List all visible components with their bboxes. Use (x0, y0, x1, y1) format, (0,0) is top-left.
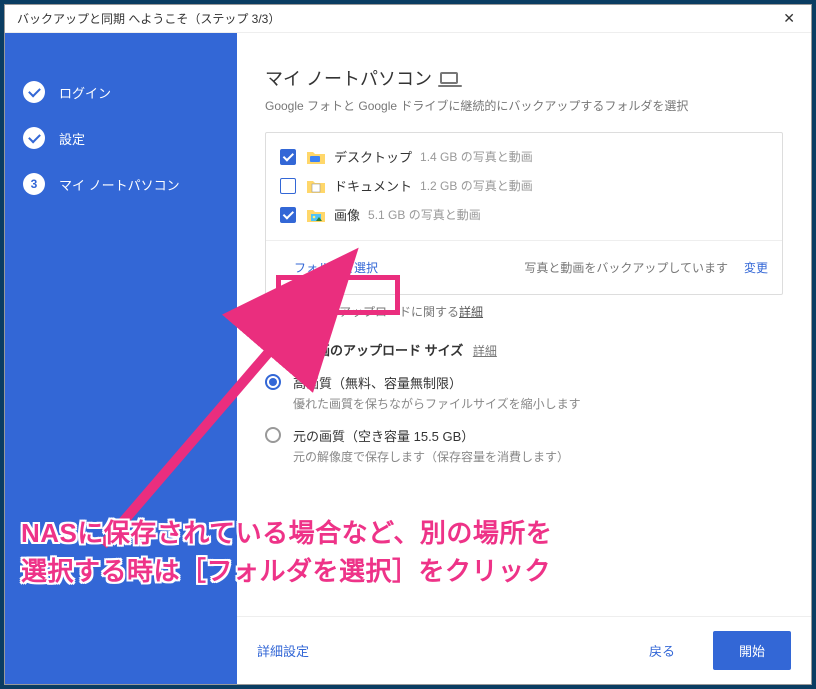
titlebar: バックアップと同期 へようこそ（ステップ 3/3） ✕ (5, 5, 811, 33)
change-link[interactable]: 変更 (744, 259, 768, 276)
step-label: マイ ノートパソコン (59, 175, 180, 194)
main-panel: マイ ノートパソコン Google フォトと Google ドライブに継続的にバ… (237, 33, 811, 684)
radio-icon[interactable] (265, 374, 281, 390)
back-button[interactable]: 戻る (635, 633, 689, 668)
radio-desc: 優れた画質を保ちながらファイルサイズを縮小します (293, 395, 581, 412)
folder-list: デスクトップ 1.4 GB の写真と動画 ドキュメント 1.2 GB の写真と動… (266, 133, 782, 240)
app-window: バックアップと同期 へようこそ（ステップ 3/3） ✕ ログイン 設定 3 マイ… (4, 4, 812, 685)
upload-detail-link[interactable]: 詳細 (459, 305, 483, 319)
folder-size: 1.2 GB の写真と動画 (420, 177, 533, 194)
radio-label: 高画質（無料、容量無制限） (293, 373, 581, 392)
step-number-icon: 3 (23, 173, 45, 195)
laptop-icon (440, 72, 458, 84)
sidebar-step-settings[interactable]: 設定 (5, 115, 237, 161)
step-label: 設定 (59, 129, 85, 148)
folder-size: 1.4 GB の写真と動画 (420, 148, 533, 165)
documents-folder-icon (306, 178, 326, 194)
checkbox-icon[interactable] (280, 178, 296, 194)
folder-size: 5.1 GB の写真と動画 (368, 206, 481, 223)
folder-selection-box: デスクトップ 1.4 GB の写真と動画 ドキュメント 1.2 GB の写真と動… (265, 132, 783, 295)
window-title: バックアップと同期 へようこそ（ステップ 3/3） (17, 10, 280, 27)
check-icon (23, 127, 45, 149)
desktop-folder-icon (306, 149, 326, 165)
radio-icon[interactable] (265, 427, 281, 443)
checkbox-icon[interactable] (280, 207, 296, 223)
folder-footer: フォルダを選択 写真と動画をバックアップしています 変更 (266, 240, 782, 294)
start-button[interactable]: 開始 (713, 631, 791, 670)
pictures-folder-icon (306, 207, 326, 223)
quality-option-high[interactable]: 高画質（無料、容量無制限） 優れた画質を保ちながらファイルサイズを縮小します (265, 373, 783, 412)
folder-name: ドキュメント (334, 176, 412, 195)
sidebar: ログイン 設定 3 マイ ノートパソコン (5, 33, 237, 684)
radio-label: 元の画質（空き容量 15.5 GB） (293, 426, 569, 445)
folder-name: 画像 (334, 205, 360, 224)
advanced-settings-link[interactable]: 詳細設定 (257, 641, 309, 660)
radio-desc: 元の解像度で保存します（保存容量を消費します） (293, 448, 569, 465)
select-folder-button[interactable]: フォルダを選択 (280, 251, 392, 284)
page-title: マイ ノートパソコン (265, 65, 783, 91)
folder-row-documents[interactable]: ドキュメント 1.2 GB の写真と動画 (280, 176, 768, 195)
bottom-bar: 詳細設定 戻る 開始 (237, 616, 811, 684)
backup-status-text: 写真と動画をバックアップしています (524, 259, 728, 276)
upload-detail-text: 写真と動画のアップロードに関する詳細 (267, 303, 783, 320)
page-subtitle: Google フォトと Google ドライブに継続的にバックアップするフォルダ… (265, 97, 783, 114)
close-icon[interactable]: ✕ (775, 8, 803, 29)
folder-row-desktop[interactable]: デスクトップ 1.4 GB の写真と動画 (280, 147, 768, 166)
checkbox-icon[interactable] (280, 149, 296, 165)
step-label: ログイン (59, 83, 111, 102)
folder-row-pictures[interactable]: 画像 5.1 GB の写真と動画 (280, 205, 768, 224)
check-icon (23, 81, 45, 103)
upload-size-heading: 写真と動画のアップロード サイズ 詳細 (265, 340, 783, 359)
quality-option-original[interactable]: 元の画質（空き容量 15.5 GB） 元の解像度で保存します（保存容量を消費しま… (265, 426, 783, 465)
body: ログイン 設定 3 マイ ノートパソコン マイ ノートパソコン Google フ… (5, 33, 811, 684)
sidebar-step-login[interactable]: ログイン (5, 69, 237, 115)
folder-name: デスクトップ (334, 147, 412, 166)
sidebar-step-laptop[interactable]: 3 マイ ノートパソコン (5, 161, 237, 207)
upload-size-detail-link[interactable]: 詳細 (473, 344, 497, 358)
